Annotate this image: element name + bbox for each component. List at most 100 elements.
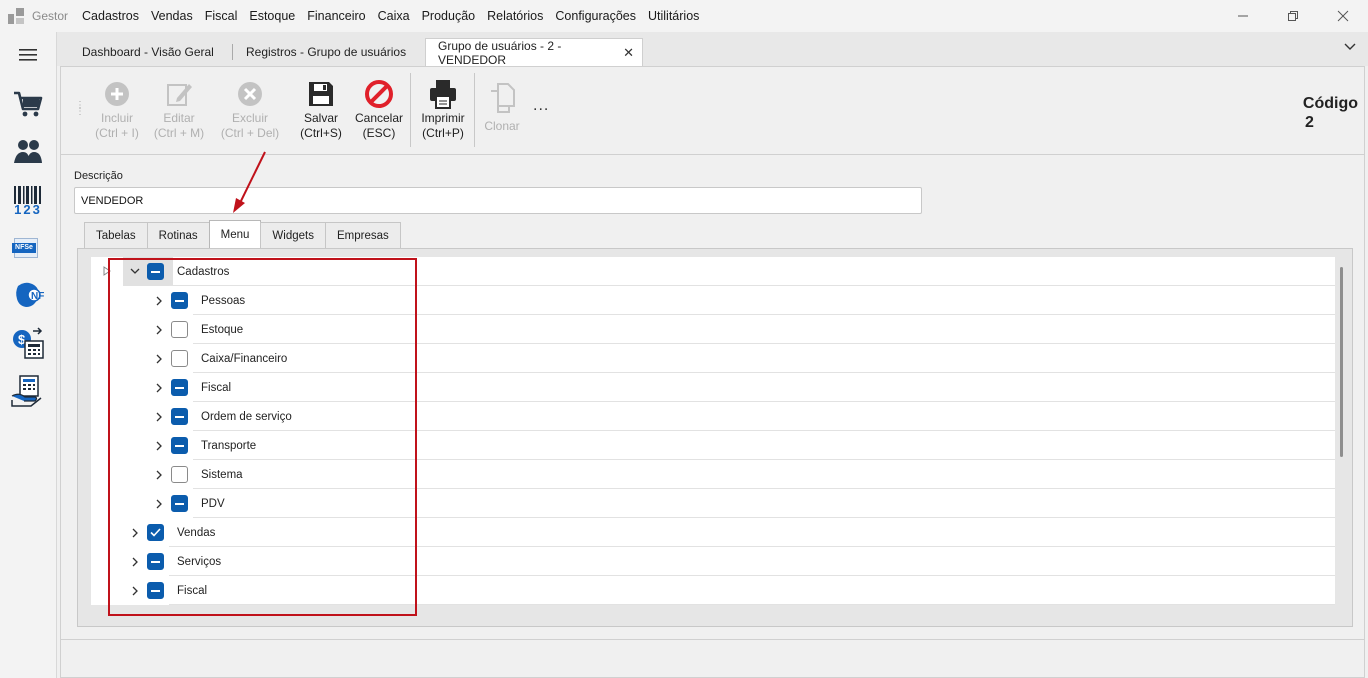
tab-grupo-usuarios-vendedor[interactable]: Grupo de usuários - 2 - VENDEDOR ✕ [425,38,643,67]
tree-checkbox[interactable] [171,466,188,483]
tree-item-label: Ordem de serviço [201,410,292,423]
check-icon [150,528,161,537]
tab-registros[interactable]: Registros - Grupo de usuários [234,38,424,66]
tree-checkbox[interactable] [171,379,188,396]
chevron-right-icon[interactable] [152,352,166,366]
menu-producao[interactable]: Produção [416,9,482,23]
tree-row[interactable]: PDV [91,489,1335,518]
tree-row[interactable]: Sistema [91,460,1335,489]
tree-checkbox[interactable] [171,437,188,454]
menu-relatorios[interactable]: Relatórios [481,9,549,23]
menu-cadastros[interactable]: Cadastros [76,9,145,23]
nfse-icon: NFSe [12,236,44,262]
subtab-tabelas[interactable]: Tabelas [84,222,148,248]
clonar-button[interactable]: Clonar [479,77,525,134]
sidebar-sales-button[interactable] [11,87,45,121]
app-logo-icon [8,8,24,24]
minimize-button[interactable] [1218,0,1268,32]
copy-icon [491,83,515,113]
sidebar-financial-button[interactable]: $ [11,326,45,360]
chevron-right-icon[interactable] [152,497,166,511]
tree-item-label: Estoque [201,323,244,336]
editar-label: Editar [163,111,195,125]
tree-item-label: Transporte [201,439,257,452]
tree-row[interactable]: Serviços [91,547,1335,576]
chevron-right-icon[interactable] [152,439,166,453]
tree-row[interactable]: Cadastros [91,257,1335,286]
tree-checkbox[interactable] [171,495,188,512]
toolbar-separator [410,73,411,147]
chevron-down-icon[interactable] [128,265,142,279]
tab-dashboard-label: Dashboard - Visão Geral [82,45,214,59]
tree-item-label: Caixa/Financeiro [201,352,288,365]
excluir-button[interactable]: Excluir (Ctrl + Del) [217,77,283,141]
menu-vendas[interactable]: Vendas [145,9,199,23]
descricao-input[interactable] [74,187,922,214]
chevron-right-icon[interactable] [152,381,166,395]
salvar-button[interactable]: Salvar (Ctrl+S) [295,77,347,141]
tree-row[interactable]: Transporte [91,431,1335,460]
printer-icon [430,80,456,109]
chevron-right-icon[interactable] [128,526,142,540]
menu-estoque[interactable]: Estoque [243,9,301,23]
tree-checkbox[interactable] [147,582,164,599]
hamburger-menu-button[interactable] [11,38,45,72]
incluir-button[interactable]: Incluir (Ctrl + I) [91,77,143,141]
scrollbar-thumb[interactable] [1340,267,1343,457]
menu-financeiro[interactable]: Financeiro [301,9,371,23]
restore-icon [1288,11,1298,21]
tree-checkbox[interactable] [171,350,188,367]
tree-row[interactable]: Fiscal [91,373,1335,402]
imprimir-label: Imprimir [421,111,465,125]
menu-configuracoes[interactable]: Configurações [549,9,642,23]
tree-scrollbar[interactable] [1335,257,1349,605]
sidebar-cash-button[interactable] [11,374,45,408]
tree-checkbox[interactable] [171,292,188,309]
chevron-right-icon[interactable] [152,468,166,482]
tree-row[interactable]: Estoque [91,315,1335,344]
menu-caixa[interactable]: Caixa [372,9,416,23]
chevron-right-icon[interactable] [152,294,166,308]
menu-fiscal[interactable]: Fiscal [199,9,244,23]
editar-button[interactable]: Editar (Ctrl + M) [150,77,208,141]
subtab-menu[interactable]: Menu [208,220,262,249]
close-tab-icon[interactable]: ✕ [623,45,634,61]
tree-checkbox[interactable] [147,263,164,280]
app-name: Gestor [32,9,69,23]
status-bar [61,639,1364,677]
sidebar-nfse-button[interactable]: NFSe [11,232,45,266]
sidebar-nfe-button[interactable]: NFe [11,278,45,312]
chevron-right-icon[interactable] [152,410,166,424]
sidebar-people-button[interactable] [11,134,45,168]
subtab-empresas[interactable]: Empresas [324,222,401,248]
codigo-value: 2 [1305,114,1314,131]
tree-checkbox[interactable] [171,321,188,338]
menu-utilitarios[interactable]: Utilitários [642,9,705,23]
tree-row[interactable]: Caixa/Financeiro [91,344,1335,373]
tree-checkbox[interactable] [147,553,164,570]
cancelar-button[interactable]: Cancelar (ESC) [351,77,407,141]
tab-dashboard[interactable]: Dashboard - Visão Geral [70,38,233,66]
cart-icon [14,91,43,117]
subtab-widgets[interactable]: Widgets [260,222,326,248]
more-options-button[interactable]: ... [533,97,549,115]
imprimir-button[interactable]: Imprimir (Ctrl+P) [415,77,471,141]
chevron-right-icon[interactable] [128,555,142,569]
tree-checkbox[interactable] [147,524,164,541]
tree-row[interactable]: Fiscal [91,576,1335,605]
menu-tab-panel: Cadastros Pessoas Estoque Caixa/Financeiro F… [77,248,1353,627]
chevron-right-icon[interactable] [128,584,142,598]
tabs-chevron-down-icon[interactable] [1344,40,1356,54]
tree-checkbox[interactable] [171,408,188,425]
chevron-right-icon[interactable] [152,323,166,337]
tree-row[interactable]: Vendas [91,518,1335,547]
sub-tabs: Tabelas Rotinas Menu Widgets Empresas [84,220,401,249]
tree-row[interactable]: Ordem de serviço [91,402,1335,431]
sidebar-products-button[interactable]: 123 [11,184,45,218]
close-window-button[interactable] [1318,0,1368,32]
subtab-rotinas[interactable]: Rotinas [146,222,210,248]
restore-button[interactable] [1268,0,1318,32]
tree-row[interactable]: Pessoas [91,286,1335,315]
title-bar: Gestor Cadastros Vendas Fiscal Estoque F… [0,0,1368,32]
nfe-icon: NFe [16,282,44,307]
